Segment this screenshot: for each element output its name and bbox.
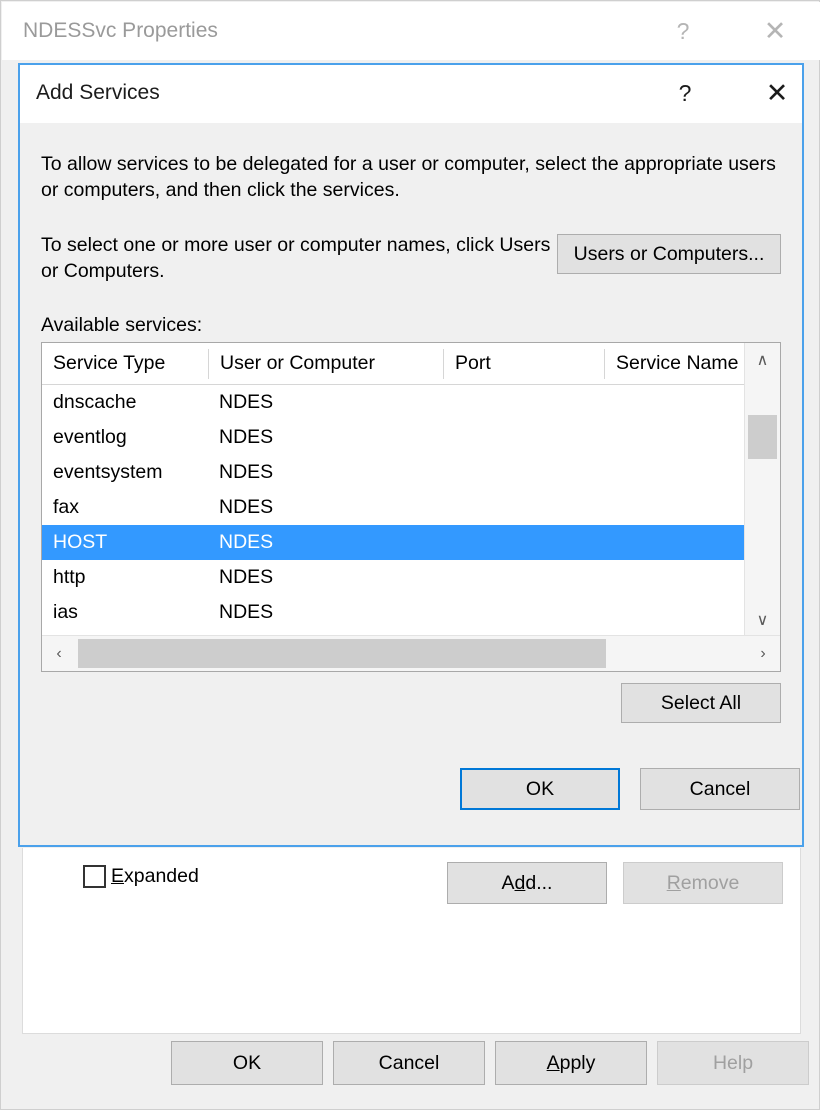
add-services-title: Add Services [36, 81, 160, 105]
cell-user-or-computer: NDES [219, 496, 273, 519]
close-icon[interactable]: ✕ [749, 65, 805, 121]
remove-label-rest: emove [681, 872, 740, 895]
cell-user-or-computer: NDES [219, 426, 273, 449]
cell-service-type: eventsystem [53, 461, 162, 484]
cell-service-type: eventlog [53, 426, 127, 449]
table-row[interactable]: HOST NDES [42, 525, 744, 560]
help-button[interactable]: Help [657, 1041, 809, 1085]
vertical-scrollbar[interactable]: ∧ ∨ [744, 343, 780, 637]
expanded-checkbox-label: Expanded [111, 865, 199, 888]
properties-window: NDESSvc Properties ? ✕ Add Services ? ✕ … [0, 0, 820, 1110]
scroll-right-icon[interactable]: › [746, 636, 780, 671]
table-row[interactable]: iisadminNDES [42, 630, 744, 631]
apply-button[interactable]: Apply [495, 1041, 647, 1085]
scroll-up-icon[interactable]: ∧ [745, 343, 780, 377]
cell-user-or-computer: NDES [219, 566, 273, 589]
add-accel-letter: d [515, 872, 526, 895]
available-services-list[interactable]: Service Type User or Computer Port Servi… [41, 342, 781, 672]
apply-label-rest: pply [560, 1052, 596, 1075]
table-row[interactable]: ias NDES [42, 595, 744, 630]
remove-accel-letter: R [667, 872, 681, 895]
scroll-down-icon[interactable]: ∨ [745, 603, 780, 637]
cell-user-or-computer: NDES [219, 601, 273, 624]
cell-service-type: fax [53, 496, 79, 519]
table-row[interactable]: dnscache NDES [42, 385, 744, 420]
remove-button[interactable]: Remove [623, 862, 783, 904]
users-or-computers-button[interactable]: Users or Computers... [557, 234, 781, 274]
cell-user-or-computer: NDES [219, 391, 273, 414]
properties-tab-page: Expanded Add... Remove [22, 848, 801, 1034]
expanded-label-rest: xpanded [124, 865, 199, 887]
table-row[interactable]: fax NDES [42, 490, 744, 525]
cell-service-type: dnscache [53, 391, 136, 414]
column-header-port[interactable]: Port [444, 343, 604, 384]
expanded-accel-letter: E [111, 865, 124, 887]
horizontal-scrollbar[interactable]: ‹ › [42, 635, 780, 671]
horizontal-scrollbar-thumb[interactable] [78, 639, 606, 668]
cell-service-type: http [53, 566, 86, 589]
ok-button[interactable]: OK [171, 1041, 323, 1085]
column-header-user-or-computer[interactable]: User or Computer [209, 343, 443, 384]
add-services-cancel-button[interactable]: Cancel [640, 768, 800, 810]
add-services-body: To allow services to be delegated for a … [20, 123, 802, 845]
table-row[interactable]: http NDES [42, 560, 744, 595]
cancel-button[interactable]: Cancel [333, 1041, 485, 1085]
table-row[interactable]: eventsystem NDES [42, 455, 744, 490]
outer-window-title: NDESSvc Properties [23, 19, 218, 43]
add-services-dialog: Add Services ? ✕ To allow services to be… [18, 63, 804, 847]
list-header-row: Service Type User or Computer Port Servi… [42, 343, 780, 385]
column-header-service-type[interactable]: Service Type [42, 343, 208, 384]
expanded-checkbox[interactable]: Expanded [83, 865, 199, 888]
select-all-button[interactable]: Select All [621, 683, 781, 723]
cell-user-or-computer: NDES [219, 531, 273, 554]
table-row[interactable]: eventlog NDES [42, 420, 744, 455]
checkbox-box[interactable] [83, 865, 106, 888]
add-services-title-bar: Add Services ? ✕ [20, 65, 802, 123]
apply-accel-letter: A [547, 1052, 560, 1075]
outer-title-bar: NDESSvc Properties ? ✕ [2, 2, 820, 60]
add-services-ok-button[interactable]: OK [460, 768, 620, 810]
instruction-text-1: To allow services to be delegated for a … [41, 152, 781, 203]
available-services-label: Available services: [41, 313, 202, 339]
cell-user-or-computer: NDES [219, 461, 273, 484]
list-rows-container: dnscacheNDESeventlogNDESeventsystemNDESf… [42, 385, 744, 631]
help-icon[interactable]: ? [655, 3, 711, 59]
add-button[interactable]: Add... [447, 862, 607, 904]
help-icon[interactable]: ? [657, 65, 713, 121]
vertical-scrollbar-thumb[interactable] [748, 415, 777, 459]
instruction-text-2: To select one or more user or computer n… [41, 233, 551, 284]
column-header-service-name[interactable]: Service Name [605, 343, 744, 384]
cell-service-type: HOST [53, 531, 107, 554]
cell-service-type: ias [53, 601, 78, 624]
scroll-left-icon[interactable]: ‹ [42, 636, 76, 671]
add-label-part1: A [502, 872, 515, 895]
add-label-part2: d... [525, 872, 552, 895]
close-icon[interactable]: ✕ [747, 3, 803, 59]
